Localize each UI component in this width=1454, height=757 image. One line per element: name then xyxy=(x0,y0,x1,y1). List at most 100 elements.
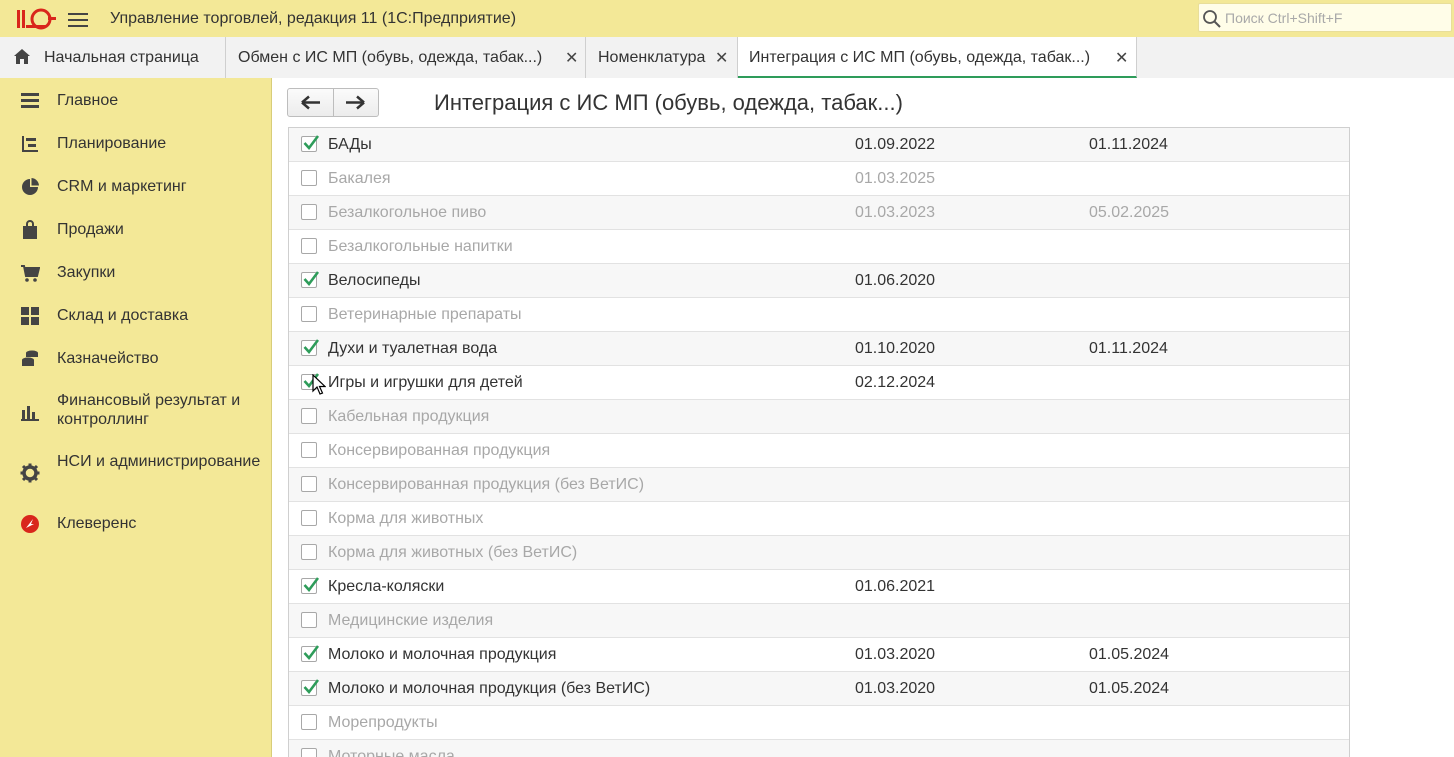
close-icon[interactable]: ✕ xyxy=(1115,48,1128,68)
checkbox-unchecked[interactable] xyxy=(301,748,317,757)
sidebar-item-label: CRM и маркетинг xyxy=(57,178,187,195)
start-date: 02.12.2024 xyxy=(855,374,936,391)
search-input[interactable] xyxy=(1223,7,1449,29)
close-icon[interactable]: ✕ xyxy=(565,48,578,68)
sidebar-item-warehouse[interactable]: Склад и доставка xyxy=(0,305,271,327)
table-row[interactable]: Корма для животных xyxy=(289,502,1349,536)
checkbox-unchecked[interactable] xyxy=(301,204,317,220)
checkbox-unchecked[interactable] xyxy=(301,306,317,322)
sidebar-item-cleverence[interactable]: Клеверенс xyxy=(0,513,271,535)
checkbox-unchecked[interactable] xyxy=(301,510,317,526)
table-row[interactable]: Велосипеды 01.06.2020 xyxy=(289,264,1349,298)
sidebar-item-admin[interactable]: НСИ и администрирование xyxy=(0,452,271,494)
table-row[interactable]: Молоко и молочная продукция (без ВетИС) 0… xyxy=(289,672,1349,706)
sidebar-item-main[interactable]: Главное xyxy=(0,90,271,112)
gear-icon xyxy=(20,463,40,483)
product-group-name: Ветеринарные препараты xyxy=(328,306,522,323)
sidebar-item-finance[interactable]: Финансовый результат и контроллинг xyxy=(0,391,271,433)
checkbox-unchecked[interactable] xyxy=(301,442,317,458)
search-box[interactable] xyxy=(1198,3,1452,32)
tab-bar: Начальная страница Обмен с ИС МП (обувь,… xyxy=(0,37,1454,79)
planning-icon xyxy=(22,136,38,152)
checkbox-checked[interactable] xyxy=(301,577,320,594)
checkbox-unchecked[interactable] xyxy=(301,612,317,628)
pie-chart-icon xyxy=(22,178,39,195)
product-group-name: Молоко и молочная продукция (без ВетИС) xyxy=(328,680,651,697)
table-row[interactable]: Медицинские изделия xyxy=(289,604,1349,638)
product-group-name: Кресла-коляски xyxy=(328,578,445,595)
table-row[interactable]: Молоко и молочная продукция 01.03.2020 01.… xyxy=(289,638,1349,672)
start-date: 01.06.2021 xyxy=(855,578,936,595)
table-row[interactable]: Консервированная продукция xyxy=(289,434,1349,468)
table-row[interactable]: Бакалея 01.03.2025 xyxy=(289,162,1349,196)
table-row[interactable]: Ветеринарные препараты xyxy=(289,298,1349,332)
back-button[interactable] xyxy=(288,89,334,116)
1c-logo-icon xyxy=(17,8,56,30)
table-row[interactable]: БАДы 01.09.2022 01.11.2024 xyxy=(289,128,1349,162)
forward-button[interactable] xyxy=(334,89,379,116)
sidebar-item-label: Казначейство xyxy=(57,350,159,367)
checkbox-checked[interactable] xyxy=(301,135,320,152)
tab-integration[interactable]: Интеграция с ИС МП (обувь, одежда, табак… xyxy=(738,37,1137,78)
table-row[interactable]: Консервированная продукция (без ВетИС) xyxy=(289,468,1349,502)
product-group-name: Корма для животных xyxy=(328,510,484,527)
forward-arrow-icon xyxy=(346,95,365,110)
checkmark-icon xyxy=(303,271,320,287)
mandatory-date: 01.11.2024 xyxy=(1089,340,1168,357)
product-group-name: Игры и игрушки для детей xyxy=(328,374,523,391)
checkbox-unchecked[interactable] xyxy=(301,408,317,424)
checkbox-checked[interactable] xyxy=(301,645,320,662)
warehouse-grid-icon xyxy=(21,307,39,325)
checkbox-checked[interactable] xyxy=(301,271,320,288)
checkbox-unchecked[interactable] xyxy=(301,714,317,730)
table-row[interactable]: Кресла-коляски 01.06.2021 xyxy=(289,570,1349,604)
sidebar-item-purchases[interactable]: Закупки xyxy=(0,262,271,284)
table-row[interactable]: Корма для животных (без ВетИС) xyxy=(289,536,1349,570)
table-row[interactable]: Безалкогольные напитки xyxy=(289,230,1349,264)
sidebar-item-treasury[interactable]: Казначейство xyxy=(0,348,271,370)
table-row[interactable]: Безалкогольное пиво 01.03.2023 05.02.2025 xyxy=(289,196,1349,230)
start-date: 01.09.2022 xyxy=(855,136,936,153)
sidebar-item-crm[interactable]: CRM и маркетинг xyxy=(0,176,271,198)
start-date: 01.10.2020 xyxy=(855,340,936,357)
checkmark-icon xyxy=(303,577,320,593)
table-row[interactable]: Кабельная продукция xyxy=(289,400,1349,434)
product-group-name: Консервированная продукция (без ВетИС) xyxy=(328,476,645,493)
sidebar-item-sales[interactable]: Продажи xyxy=(0,219,271,241)
checkbox-unchecked[interactable] xyxy=(301,238,317,254)
tab-nomenclature[interactable]: Номенклатура ✕ xyxy=(586,37,738,78)
tab-label: Обмен с ИС МП (обувь, одежда, табак...) xyxy=(238,49,543,66)
table-row[interactable]: Морепродукты xyxy=(289,706,1349,740)
product-groups-table: БАДы 01.09.2022 01.11.2024 Бакалея 01.03.202… xyxy=(288,127,1350,757)
sidebar-item-planning[interactable]: Планирование xyxy=(0,133,271,155)
product-group-name: Молоко и молочная продукция xyxy=(328,646,557,663)
tab-exchange[interactable]: Обмен с ИС МП (обувь, одежда, табак...) … xyxy=(226,37,586,78)
checkmark-icon xyxy=(303,645,320,661)
table-row[interactable]: Духи и туалетная вода 01.10.2020 01.11.202… xyxy=(289,332,1349,366)
checkbox-unchecked[interactable] xyxy=(301,476,317,492)
checkbox-unchecked[interactable] xyxy=(301,170,317,186)
shopping-bag-icon xyxy=(23,220,37,239)
tab-label: Начальная страница xyxy=(44,49,199,66)
sidebar-item-label: Главное xyxy=(57,92,119,109)
main-menu-button[interactable] xyxy=(68,10,88,28)
mouse-cursor-icon xyxy=(312,374,326,395)
menu-lines-icon xyxy=(21,93,39,108)
sidebar-item-label: Финансовый результат и контроллинг xyxy=(57,392,241,428)
checkbox-unchecked[interactable] xyxy=(301,544,317,560)
checkbox-checked[interactable] xyxy=(301,679,320,696)
page-title: Интеграция с ИС МП (обувь, одежда, табак… xyxy=(434,90,903,115)
close-icon[interactable]: ✕ xyxy=(715,48,728,68)
start-date: 01.03.2023 xyxy=(855,204,936,221)
table-row[interactable]: Моторные масла xyxy=(289,740,1349,757)
product-group-name: Духи и туалетная вода xyxy=(328,340,498,357)
product-group-name: Медицинские изделия xyxy=(328,612,494,629)
start-date: 01.03.2025 xyxy=(855,170,936,187)
home-icon xyxy=(14,49,30,64)
tab-home[interactable]: Начальная страница xyxy=(0,37,226,78)
checkbox-checked[interactable] xyxy=(301,339,320,356)
tab-label: Интеграция с ИС МП (обувь, одежда, табак… xyxy=(749,49,1091,66)
tab-label: Номенклатура xyxy=(598,49,706,66)
table-row[interactable]: Игры и игрушки для детей 02.12.2024 xyxy=(289,366,1349,400)
sidebar: Главное Планирование CRM и маркетинг Про… xyxy=(0,78,272,757)
